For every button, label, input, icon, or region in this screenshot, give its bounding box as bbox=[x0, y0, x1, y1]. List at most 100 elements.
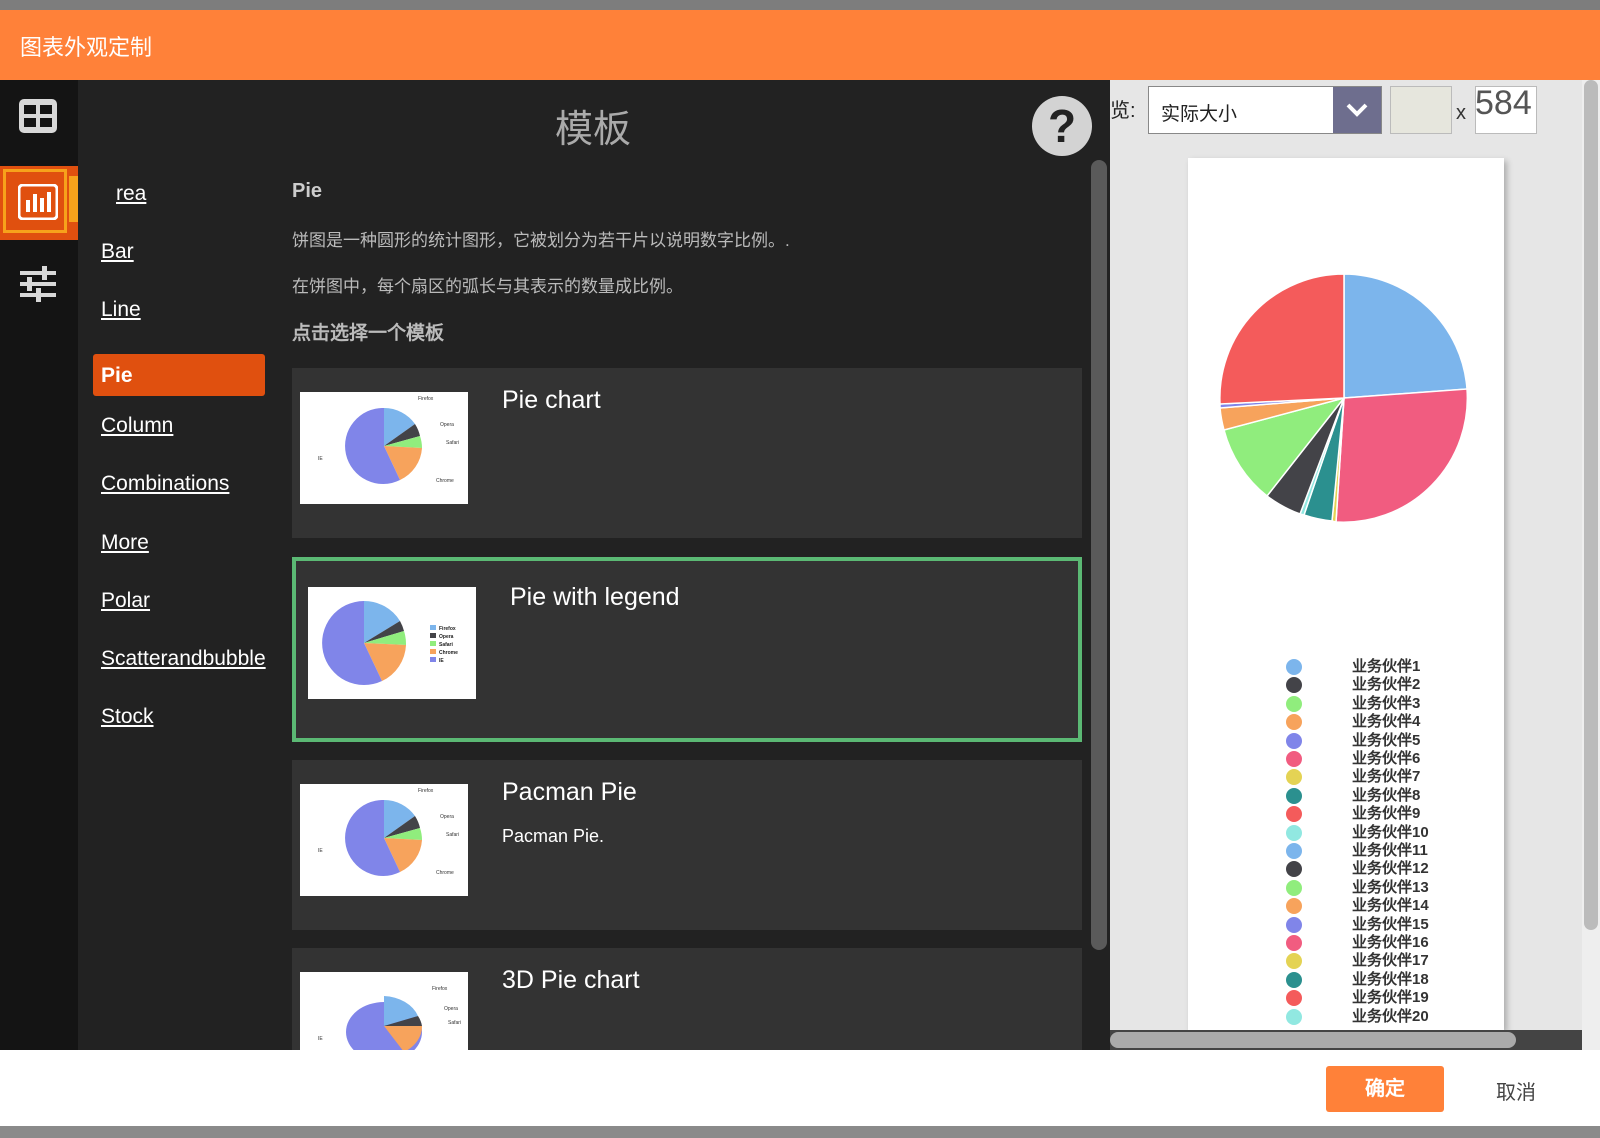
category-stock[interactable]: Stock bbox=[101, 705, 154, 729]
legend-item[interactable]: 业务伙伴9 bbox=[1286, 805, 1486, 823]
legend-item[interactable]: 业务伙伴20 bbox=[1286, 1008, 1486, 1026]
help-icon[interactable]: ? bbox=[1032, 96, 1092, 156]
legend-item[interactable]: 业务伙伴19 bbox=[1286, 989, 1486, 1007]
dialog-footer: 确定 取消 bbox=[0, 1050, 1600, 1126]
legend-label: 业务伙伴14 bbox=[1352, 897, 1429, 915]
legend-item[interactable]: 业务伙伴18 bbox=[1286, 971, 1486, 989]
icon-sidebar bbox=[0, 80, 78, 1050]
category-more[interactable]: More bbox=[101, 531, 149, 555]
preview-vertical-scrollbar[interactable] bbox=[1582, 80, 1600, 1050]
legend-item[interactable]: 业务伙伴16 bbox=[1286, 934, 1486, 952]
legend-marker bbox=[1286, 916, 1302, 933]
legend-item[interactable]: 业务伙伴2 bbox=[1286, 676, 1486, 694]
legend-marker bbox=[1286, 971, 1302, 988]
template-title: 3D Pie chart bbox=[502, 966, 640, 994]
grid-icon[interactable] bbox=[18, 98, 62, 138]
thumb-label-safari: Safari bbox=[448, 1020, 461, 1026]
thumb-legend-firefox: Firefox bbox=[439, 626, 456, 632]
template-thumbnail: Firefox Opera Safari Chrome IE bbox=[300, 784, 468, 896]
chevron-down-icon[interactable] bbox=[1333, 87, 1381, 133]
legend-marker bbox=[1286, 935, 1302, 951]
thumb-pie-chart: Firefox Opera Safari Chrome IE bbox=[318, 396, 459, 484]
preview-size-select[interactable]: 实际大小 bbox=[1148, 86, 1382, 134]
legend-item[interactable]: 业务伙伴7 bbox=[1286, 768, 1486, 786]
preview-horizontal-scrollbar[interactable] bbox=[1110, 1030, 1582, 1050]
legend-marker bbox=[1286, 990, 1302, 1007]
category-bar[interactable]: Bar bbox=[101, 240, 134, 264]
category-polar[interactable]: Polar bbox=[101, 589, 150, 613]
category-scatterandbubble[interactable]: Scatterandbubble bbox=[101, 647, 266, 671]
scrollbar-thumb[interactable] bbox=[1110, 1032, 1516, 1048]
template-description: Pacman Pie. bbox=[502, 826, 605, 846]
section-description-1: 饼图是一种圆形的统计图形，它被划分为若干片以说明数字比例。. bbox=[292, 231, 790, 250]
thumb-label-ie: IE bbox=[318, 456, 323, 462]
legend-label: 业务伙伴7 bbox=[1352, 768, 1421, 786]
template-scrollbar[interactable] bbox=[1091, 160, 1107, 950]
thumb-legend-opera: Opera bbox=[439, 634, 454, 640]
legend-item[interactable]: 业务伙伴11 bbox=[1286, 842, 1486, 860]
legend-marker bbox=[1286, 824, 1302, 841]
preview-width-input[interactable] bbox=[1390, 86, 1452, 134]
legend-marker bbox=[1286, 751, 1302, 767]
thumb-label-chrome: Chrome bbox=[436, 870, 454, 876]
section-title: Pie bbox=[292, 180, 323, 202]
top-strip bbox=[0, 0, 1600, 10]
legend-label: 业务伙伴5 bbox=[1352, 731, 1421, 749]
legend-item[interactable]: 业务伙伴8 bbox=[1286, 787, 1486, 805]
template-card-3d-pie[interactable]: Firefox Opera Safari IE 3D Pie chart bbox=[292, 948, 1082, 1050]
legend-label: 业务伙伴6 bbox=[1352, 750, 1421, 767]
template-title: Pie with legend bbox=[510, 583, 680, 611]
template-card-pie-with-legend[interactable]: Firefox Opera Safari Chrome IE Pie with … bbox=[292, 557, 1082, 742]
dialog-title: 图表外观定制 bbox=[20, 35, 153, 60]
legend-marker bbox=[1286, 1008, 1302, 1025]
scrollbar-thumb[interactable] bbox=[1584, 80, 1598, 930]
section-description-2: 在饼图中，每个扇区的弧长与其表示的数量成比例。 bbox=[292, 277, 683, 296]
legend-item[interactable]: 业务伙伴5 bbox=[1286, 732, 1486, 750]
legend-label: 业务伙伴19 bbox=[1352, 989, 1429, 1007]
legend-label: 业务伙伴12 bbox=[1352, 860, 1429, 878]
cancel-button[interactable]: 取消 bbox=[1496, 1076, 1536, 1105]
legend-item[interactable]: 业务伙伴3 bbox=[1286, 695, 1486, 713]
legend-label: 业务伙伴8 bbox=[1352, 786, 1421, 804]
legend-label: 业务伙伴15 bbox=[1352, 915, 1429, 933]
confirm-button[interactable]: 确定 bbox=[1326, 1066, 1444, 1112]
legend-item[interactable]: 业务伙伴15 bbox=[1286, 916, 1486, 934]
category-combinations[interactable]: Combinations bbox=[101, 472, 229, 496]
thumb-3d-pie: Firefox Opera Safari IE bbox=[318, 986, 461, 1050]
legend-item[interactable]: 业务伙伴6 bbox=[1286, 750, 1486, 768]
template-title: Pacman Pie bbox=[502, 778, 637, 806]
legend-label: 业务伙伴9 bbox=[1352, 805, 1421, 823]
chart-preview-canvas: 业务伙伴1 业务伙伴2 业务伙伴3 业务伙伴4 业务伙伴5 业务伙伴6 业务伙伴7 业务伙伴8… bbox=[1188, 158, 1504, 1030]
dialog-titlebar: 图表外观定制 bbox=[0, 10, 1600, 80]
legend-marker bbox=[1286, 732, 1302, 749]
legend-marker bbox=[1286, 714, 1302, 731]
legend-marker bbox=[1286, 879, 1302, 896]
legend-item[interactable]: 业务伙伴4 bbox=[1286, 713, 1486, 731]
template-thumbnail: Firefox Opera Safari Chrome IE bbox=[308, 587, 476, 699]
preview-pie-chart bbox=[1219, 273, 1469, 523]
legend-item[interactable]: 业务伙伴1 bbox=[1286, 658, 1486, 676]
template-card-pie-chart[interactable]: Firefox Opera Safari Chrome IE Pie chart bbox=[292, 368, 1082, 538]
template-panel: 模板 ? Pie 饼图是一种圆形的统计图形，它被划分为若干片以说明数字比例。. … bbox=[288, 80, 1110, 1050]
legend-marker bbox=[1286, 806, 1302, 823]
template-heading: 模板 bbox=[554, 109, 631, 151]
legend-item[interactable]: 业务伙伴17 bbox=[1286, 952, 1486, 970]
template-card-pacman-pie[interactable]: Firefox Opera Safari Chrome IE Pacman Pi… bbox=[292, 760, 1082, 930]
category-area[interactable]: rea bbox=[116, 182, 146, 206]
legend-item[interactable]: 业务伙伴12 bbox=[1286, 860, 1486, 878]
legend-item[interactable]: 业务伙伴14 bbox=[1286, 897, 1486, 915]
legend-marker bbox=[1286, 843, 1302, 859]
legend-item[interactable]: 业务伙伴10 bbox=[1286, 824, 1486, 842]
template-thumbnail: Firefox Opera Safari IE bbox=[300, 972, 468, 1050]
legend-item[interactable]: 业务伙伴13 bbox=[1286, 879, 1486, 897]
category-pie[interactable]: Pie bbox=[93, 354, 265, 396]
sliders-icon[interactable] bbox=[18, 264, 62, 304]
chart-category-list: rea Bar Line Pie Column Combinations Mor… bbox=[78, 80, 288, 1050]
thumb-label-opera: Opera bbox=[444, 1006, 458, 1012]
chart-type-tab[interactable] bbox=[0, 166, 78, 240]
thumb-label-firefox: Firefox bbox=[432, 986, 448, 992]
category-line[interactable]: Line bbox=[101, 298, 141, 322]
category-column[interactable]: Column bbox=[101, 414, 173, 438]
legend-label: 业务伙伴16 bbox=[1352, 934, 1429, 951]
legend-label: 业务伙伴3 bbox=[1352, 694, 1421, 712]
